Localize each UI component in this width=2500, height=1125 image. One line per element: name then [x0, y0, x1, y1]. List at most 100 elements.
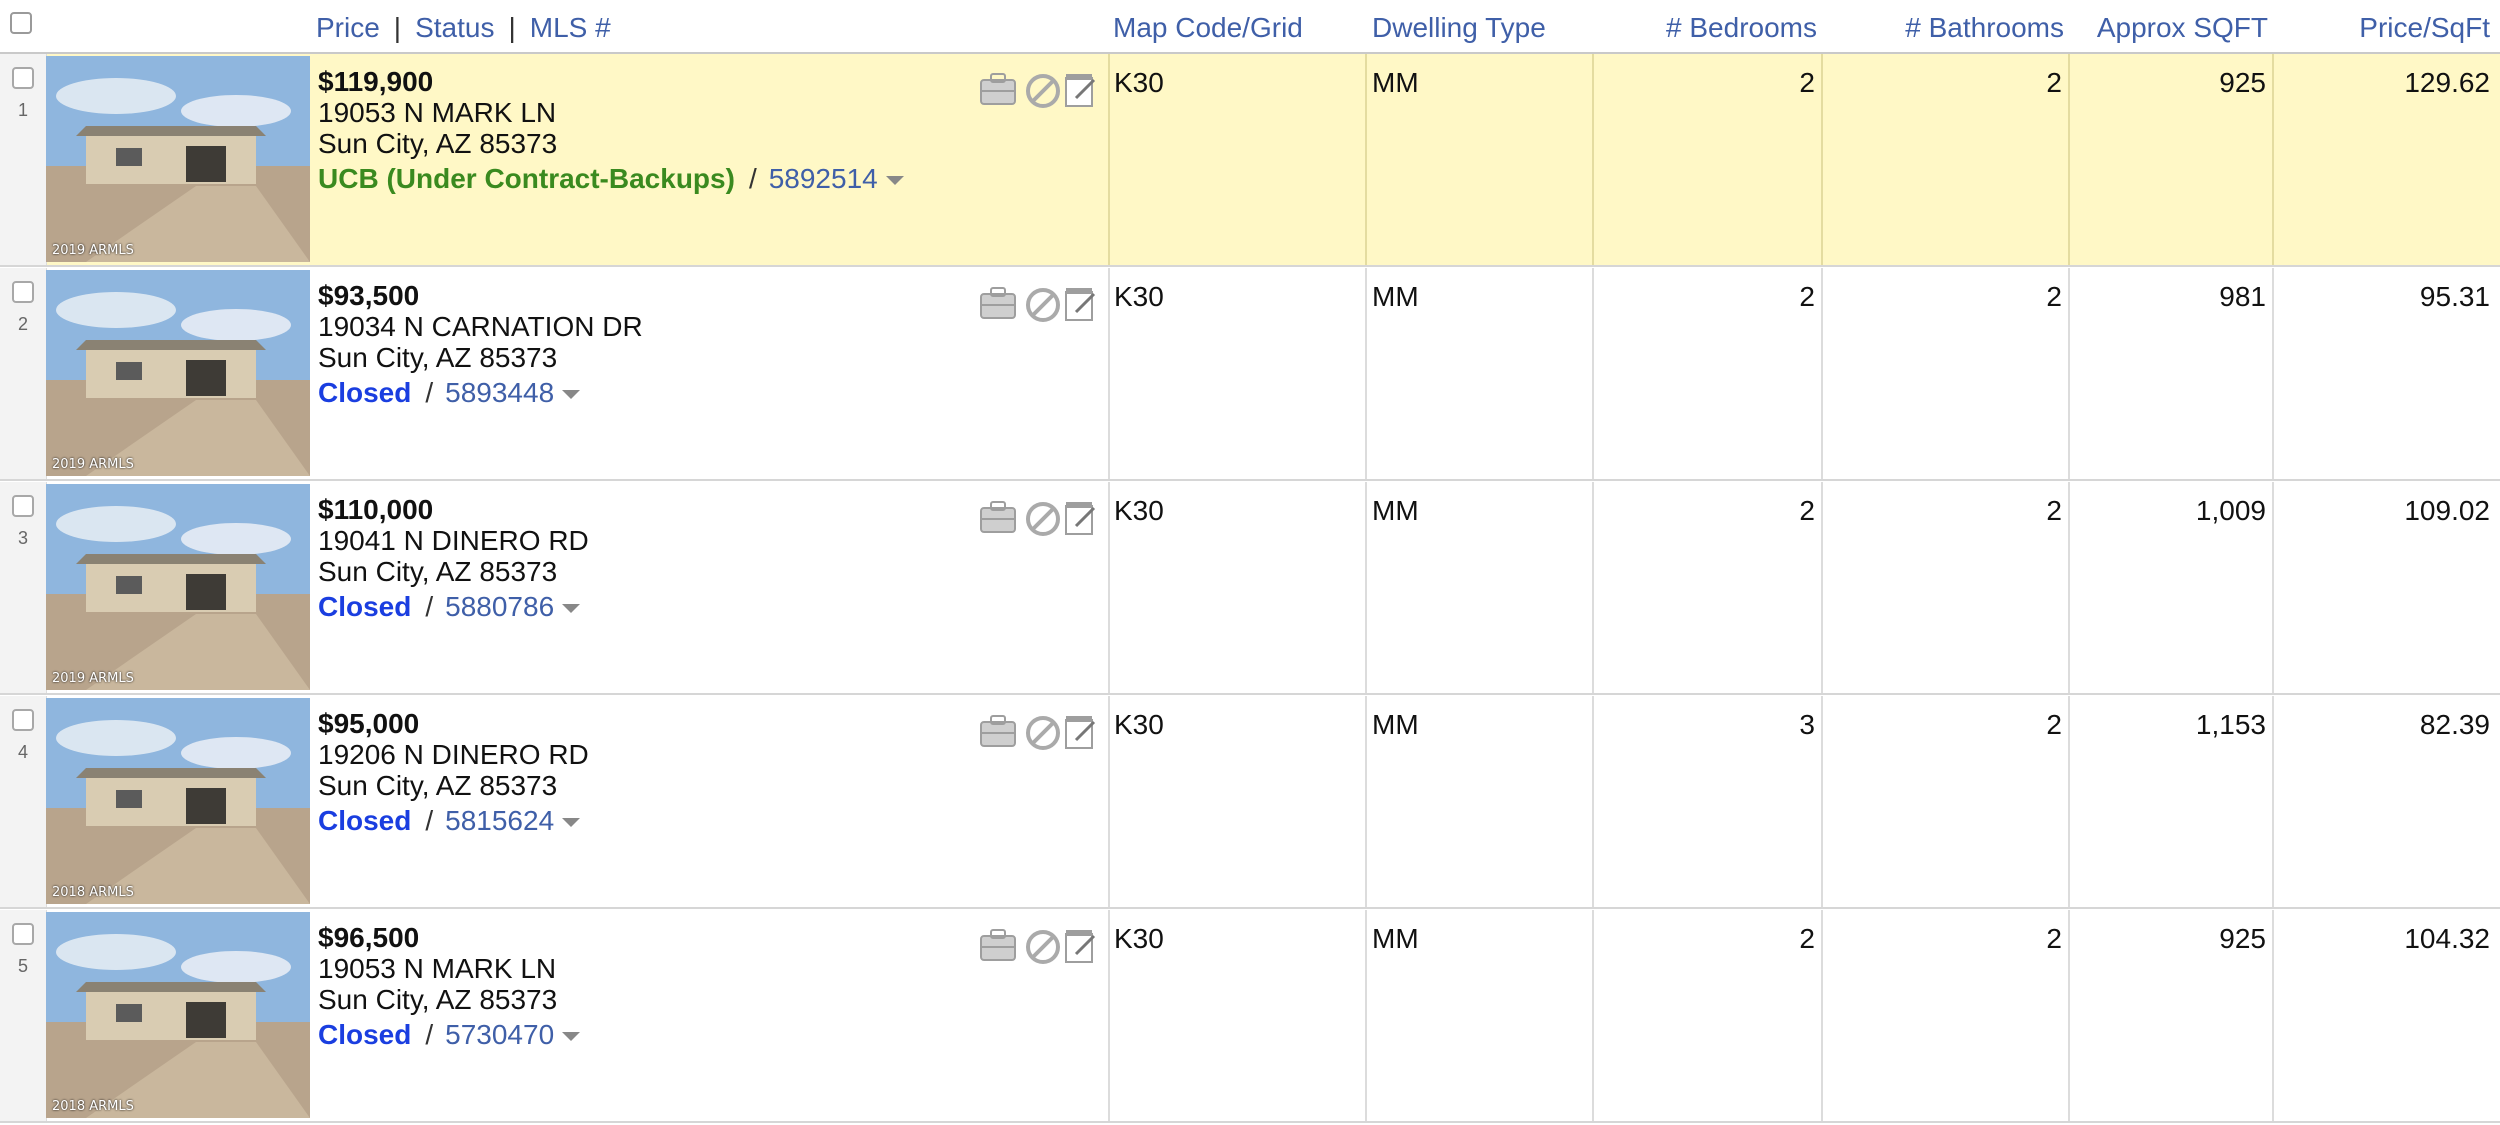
- mls-number-link[interactable]: 5730470: [445, 1019, 554, 1050]
- row-checkbox[interactable]: [12, 67, 34, 89]
- listing-photo[interactable]: 2019 ARMLS: [46, 270, 310, 476]
- listing-price: $95,000: [318, 708, 420, 739]
- header-sqft[interactable]: Approx SQFT: [2075, 0, 2268, 52]
- listing-status: Closed: [318, 1019, 412, 1050]
- listing-address[interactable]: 19041 N DINERO RD: [318, 525, 589, 556]
- photo-image: [46, 698, 310, 904]
- listing-address[interactable]: 19053 N MARK LN: [318, 97, 904, 128]
- listing-photo[interactable]: 2019 ARMLS: [46, 56, 310, 262]
- cell-sqft: 1,153: [2195, 709, 2266, 740]
- prohibited-icon[interactable]: [1024, 714, 1062, 757]
- header-sort-group: Price | Status | MLS #: [316, 0, 611, 52]
- listing-photo[interactable]: 2018 ARMLS: [46, 912, 310, 1118]
- row-checkbox[interactable]: [12, 281, 34, 303]
- column-divider: [1108, 482, 1110, 693]
- column-divider: [1821, 696, 1823, 907]
- header-bedrooms[interactable]: # Bedrooms: [1595, 0, 1817, 52]
- briefcase-icon[interactable]: [980, 928, 1016, 967]
- column-divider: [1108, 910, 1110, 1121]
- column-divider: [2272, 268, 2274, 479]
- status-separator: /: [425, 591, 434, 622]
- briefcase-icon[interactable]: [980, 286, 1016, 325]
- sort-status[interactable]: Status: [415, 12, 494, 43]
- table-row[interactable]: 5 2018 ARMLS $96,500 19053 N MARK LN Sun…: [0, 910, 2500, 1123]
- cell-sqft: 1,009: [2195, 495, 2266, 526]
- table-row[interactable]: 1 2019 ARMLS $119,900 19053 N MARK LN Su…: [0, 54, 2500, 267]
- sort-price[interactable]: Price: [316, 12, 380, 43]
- prohibited-icon[interactable]: [1024, 286, 1062, 329]
- row-number: 5: [17, 956, 28, 976]
- chevron-down-icon[interactable]: [885, 176, 904, 186]
- briefcase-icon[interactable]: [980, 714, 1016, 753]
- table-row[interactable]: 2 2019 ARMLS $93,500 19034 N CARNATION D…: [0, 268, 2500, 481]
- header-map-code[interactable]: Map Code/Grid: [1113, 0, 1303, 52]
- cell-price-sqft: 129.62: [2404, 67, 2490, 98]
- listing-address[interactable]: 19206 N DINERO RD: [318, 739, 589, 770]
- chevron-down-icon[interactable]: [562, 1032, 581, 1042]
- mls-number-link[interactable]: 5815624: [445, 805, 554, 836]
- cell-bathrooms: 2: [2046, 709, 2062, 740]
- column-divider: [2272, 482, 2274, 693]
- prohibited-icon[interactable]: [1024, 500, 1062, 543]
- photo-image: [46, 912, 310, 1118]
- edit-note-icon[interactable]: [1064, 500, 1098, 541]
- chevron-down-icon[interactable]: [562, 604, 581, 614]
- select-all-checkbox[interactable]: [10, 12, 32, 34]
- column-divider: [1592, 482, 1594, 693]
- table-row[interactable]: 4 2018 ARMLS $95,000 19206 N DINERO RD S…: [0, 696, 2500, 909]
- row-actions: [980, 714, 1100, 758]
- row-checkbox[interactable]: [12, 495, 34, 517]
- column-divider: [2272, 54, 2274, 265]
- edit-note-icon[interactable]: [1064, 286, 1098, 327]
- mls-number-link[interactable]: 5892514: [769, 163, 878, 194]
- listing-summary: $93,500 19034 N CARNATION DR Sun City, A…: [318, 280, 643, 408]
- header-bathrooms[interactable]: # Bathrooms: [1830, 0, 2064, 52]
- header-separator: |: [508, 12, 516, 43]
- column-divider: [1365, 482, 1367, 693]
- briefcase-icon[interactable]: [980, 72, 1016, 111]
- cell-bedrooms: 2: [1799, 67, 1815, 98]
- cell-map-code: K30: [1114, 495, 1164, 526]
- column-divider: [1365, 696, 1367, 907]
- column-divider: [1592, 696, 1594, 907]
- cell-bedrooms: 2: [1799, 923, 1815, 954]
- table-row[interactable]: 3 2019 ARMLS $110,000 19041 N DINERO RD …: [0, 482, 2500, 695]
- status-line: UCB (Under Contract-Backups) / 5892514: [318, 163, 904, 194]
- photo-watermark: 2019 ARMLS: [52, 671, 134, 686]
- mls-number-link[interactable]: 5880786: [445, 591, 554, 622]
- listing-city: Sun City, AZ 85373: [318, 984, 558, 1015]
- mls-number-link[interactable]: 5893448: [445, 377, 554, 408]
- listing-address[interactable]: 19053 N MARK LN: [318, 953, 580, 984]
- column-divider: [2272, 696, 2274, 907]
- listing-photo[interactable]: 2019 ARMLS: [46, 484, 310, 690]
- prohibited-icon[interactable]: [1024, 928, 1062, 971]
- column-divider: [2068, 54, 2070, 265]
- column-divider: [2272, 910, 2274, 1121]
- chevron-down-icon[interactable]: [562, 390, 581, 400]
- edit-note-icon[interactable]: [1064, 714, 1098, 755]
- row-checkbox[interactable]: [12, 923, 34, 945]
- cell-price-sqft: 104.32: [2404, 923, 2490, 954]
- listing-city: Sun City, AZ 85373: [318, 770, 558, 801]
- edit-note-icon[interactable]: [1064, 928, 1098, 969]
- cell-dwelling-type: MM: [1372, 709, 1419, 740]
- listing-photo[interactable]: 2018 ARMLS: [46, 698, 310, 904]
- column-divider: [1592, 268, 1594, 479]
- sort-mls[interactable]: MLS #: [530, 12, 611, 43]
- chevron-down-icon[interactable]: [562, 818, 581, 828]
- edit-note-icon[interactable]: [1064, 72, 1098, 113]
- cell-dwelling-type: MM: [1372, 67, 1419, 98]
- column-divider: [1365, 268, 1367, 479]
- prohibited-icon[interactable]: [1024, 72, 1062, 115]
- cell-sqft: 925: [2219, 67, 2266, 98]
- listing-address[interactable]: 19034 N CARNATION DR: [318, 311, 643, 342]
- briefcase-icon[interactable]: [980, 500, 1016, 539]
- photo-watermark: 2018 ARMLS: [52, 885, 134, 900]
- column-divider: [1108, 54, 1110, 265]
- row-checkbox[interactable]: [12, 709, 34, 731]
- listing-summary: $95,000 19206 N DINERO RD Sun City, AZ 8…: [318, 708, 589, 836]
- header-price-sqft[interactable]: Price/SqFt: [2280, 0, 2490, 52]
- header-dwelling-type[interactable]: Dwelling Type: [1372, 0, 1546, 52]
- column-divider: [2068, 482, 2070, 693]
- cell-dwelling-type: MM: [1372, 281, 1419, 312]
